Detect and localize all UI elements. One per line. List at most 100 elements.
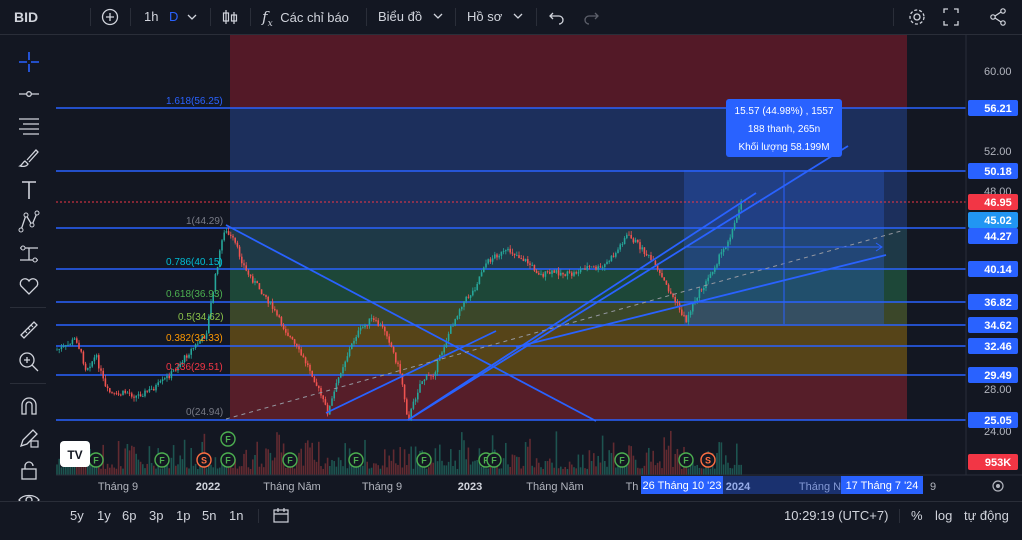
svg-text:F: F	[159, 456, 165, 466]
split-marker[interactable]: S	[196, 452, 212, 468]
earnings-marker[interactable]: F	[220, 452, 236, 468]
horizontal-line-icon[interactable]	[16, 81, 42, 107]
svg-text:F: F	[353, 456, 359, 466]
svg-text:32.46: 32.46	[984, 341, 1012, 353]
lock-icon[interactable]	[16, 457, 42, 483]
divider	[893, 8, 894, 26]
interval-d[interactable]: D	[169, 0, 178, 34]
price-tick-60: 60.00	[984, 66, 1012, 78]
price-tag-40-14: 40.14	[968, 261, 1018, 277]
undo-icon[interactable]	[548, 0, 566, 34]
profile-menu-button[interactable]: Hồ sơ	[467, 0, 524, 34]
range-6p[interactable]: 6p	[122, 502, 136, 530]
svg-text:F: F	[93, 456, 99, 466]
percent-toggle[interactable]: %	[911, 502, 923, 530]
earnings-marker[interactable]: F	[348, 452, 364, 468]
svg-text:F: F	[421, 456, 427, 466]
time-label-thang9-2022: Tháng 9	[362, 481, 402, 493]
fib-zone-orange	[230, 325, 907, 375]
text-icon[interactable]	[16, 177, 42, 203]
earnings-marker[interactable]: F	[88, 452, 104, 468]
price-tick-28: 28.00	[984, 384, 1012, 396]
function-icon: fx	[262, 8, 273, 29]
pattern-icon[interactable]	[16, 209, 42, 235]
time-label-9: 9	[930, 481, 936, 493]
range-3p[interactable]: 3p	[149, 502, 163, 530]
price-tick-52: 52.00	[984, 146, 1012, 158]
range-1p[interactable]: 1p	[176, 502, 190, 530]
earnings-marker[interactable]: F	[486, 452, 502, 468]
log-toggle[interactable]: log	[935, 502, 952, 530]
svg-text:40.14: 40.14	[984, 264, 1012, 276]
divider	[10, 383, 46, 384]
svg-text:TV: TV	[67, 448, 82, 462]
earnings-marker[interactable]: F	[220, 431, 236, 447]
measure-tooltip-line1: 15.57 (44.98%) , 1557	[735, 106, 834, 117]
earnings-marker[interactable]: F	[154, 452, 170, 468]
fib-zone-top	[230, 35, 907, 108]
price-tag-50-18: 50.18	[968, 163, 1018, 179]
add-symbol-icon[interactable]	[100, 0, 122, 34]
chart-menu-button[interactable]: Biểu đồ	[378, 0, 444, 34]
measure-icon[interactable]	[16, 241, 42, 267]
share-icon[interactable]	[988, 0, 1008, 34]
divider	[258, 509, 259, 523]
svg-text:953K: 953K	[985, 457, 1011, 469]
svg-text:S: S	[201, 456, 207, 466]
chevron-down-icon[interactable]	[186, 0, 198, 34]
fib-label-0618: 0.618(36.93)	[166, 289, 223, 300]
fib-label-0382: 0.382(32.33)	[166, 333, 223, 344]
range-1y[interactable]: 1y	[97, 502, 111, 530]
earnings-marker[interactable]: F	[282, 452, 298, 468]
price-chart[interactable]: 1.618(56.25) 1(44.29) 0.786(40.15) 0.618…	[56, 35, 1022, 501]
fib-retracement-icon[interactable]	[16, 113, 42, 139]
svg-text:F: F	[225, 435, 231, 445]
svg-text:F: F	[619, 456, 625, 466]
earnings-marker[interactable]: F	[416, 452, 432, 468]
range-1n[interactable]: 1n	[229, 502, 243, 530]
split-marker[interactable]: S	[700, 452, 716, 468]
measure-tooltip: 15.57 (44.98%) , 1557 188 thanh, 265n Kh…	[726, 99, 842, 157]
zoom-in-icon[interactable]	[16, 349, 42, 375]
profile-menu-label: Hồ sơ	[467, 9, 503, 24]
measure-tooltip-line3: Khối lượng 58.199M	[738, 141, 829, 153]
earnings-marker[interactable]: F	[678, 452, 694, 468]
chart-menu-label: Biểu đồ	[378, 9, 423, 24]
range-5y[interactable]: 5y	[70, 502, 84, 530]
svg-text:46.95: 46.95	[984, 197, 1012, 209]
divider	[10, 307, 46, 308]
price-tag-46-95: 46.95	[968, 194, 1018, 210]
redo-icon[interactable]	[582, 0, 600, 34]
bottom-toolbar: 5y 1y 6p 3p 1p 5n 1n 10:29:19 (UTC+7) % …	[0, 501, 1022, 530]
candles-icon[interactable]	[220, 0, 240, 34]
ruler-icon[interactable]	[16, 317, 42, 343]
fullscreen-icon[interactable]	[942, 0, 960, 34]
price-tag-44-27: 44.27	[968, 228, 1018, 244]
date-range-icon[interactable]	[272, 502, 290, 530]
price-tag-25-05: 25.05	[968, 412, 1018, 428]
price-tag-953K: 953K	[968, 454, 1018, 470]
heart-icon[interactable]	[16, 273, 42, 299]
clock-time[interactable]: 10:29:19 (UTC+7)	[784, 502, 888, 530]
auto-toggle[interactable]: tự động	[964, 502, 1009, 530]
svg-text:56.21: 56.21	[984, 103, 1012, 115]
lock-pencil-icon[interactable]	[16, 425, 42, 451]
magnet-icon[interactable]	[16, 393, 42, 419]
range-5n[interactable]: 5n	[202, 502, 216, 530]
earnings-marker[interactable]: F	[614, 452, 630, 468]
price-tag-32-46: 32.46	[968, 338, 1018, 354]
svg-text:29.49: 29.49	[984, 370, 1012, 382]
settings-gear-icon[interactable]	[907, 0, 927, 34]
indicators-button[interactable]: fx Các chỉ báo	[262, 0, 349, 34]
svg-text:F: F	[683, 456, 689, 466]
interval-1h[interactable]: 1h	[144, 0, 158, 34]
divider	[455, 8, 456, 26]
svg-text:S: S	[705, 456, 711, 466]
fib-label-1: 1(44.29)	[186, 216, 223, 227]
time-label-2023: 2023	[458, 481, 482, 493]
symbol-label[interactable]: BID	[14, 0, 38, 34]
brush-icon[interactable]	[16, 145, 42, 171]
price-tag-29-49: 29.49	[968, 367, 1018, 383]
time-tag-start: 26 Tháng 10 '23	[643, 480, 722, 492]
crosshair-icon[interactable]	[16, 49, 42, 75]
